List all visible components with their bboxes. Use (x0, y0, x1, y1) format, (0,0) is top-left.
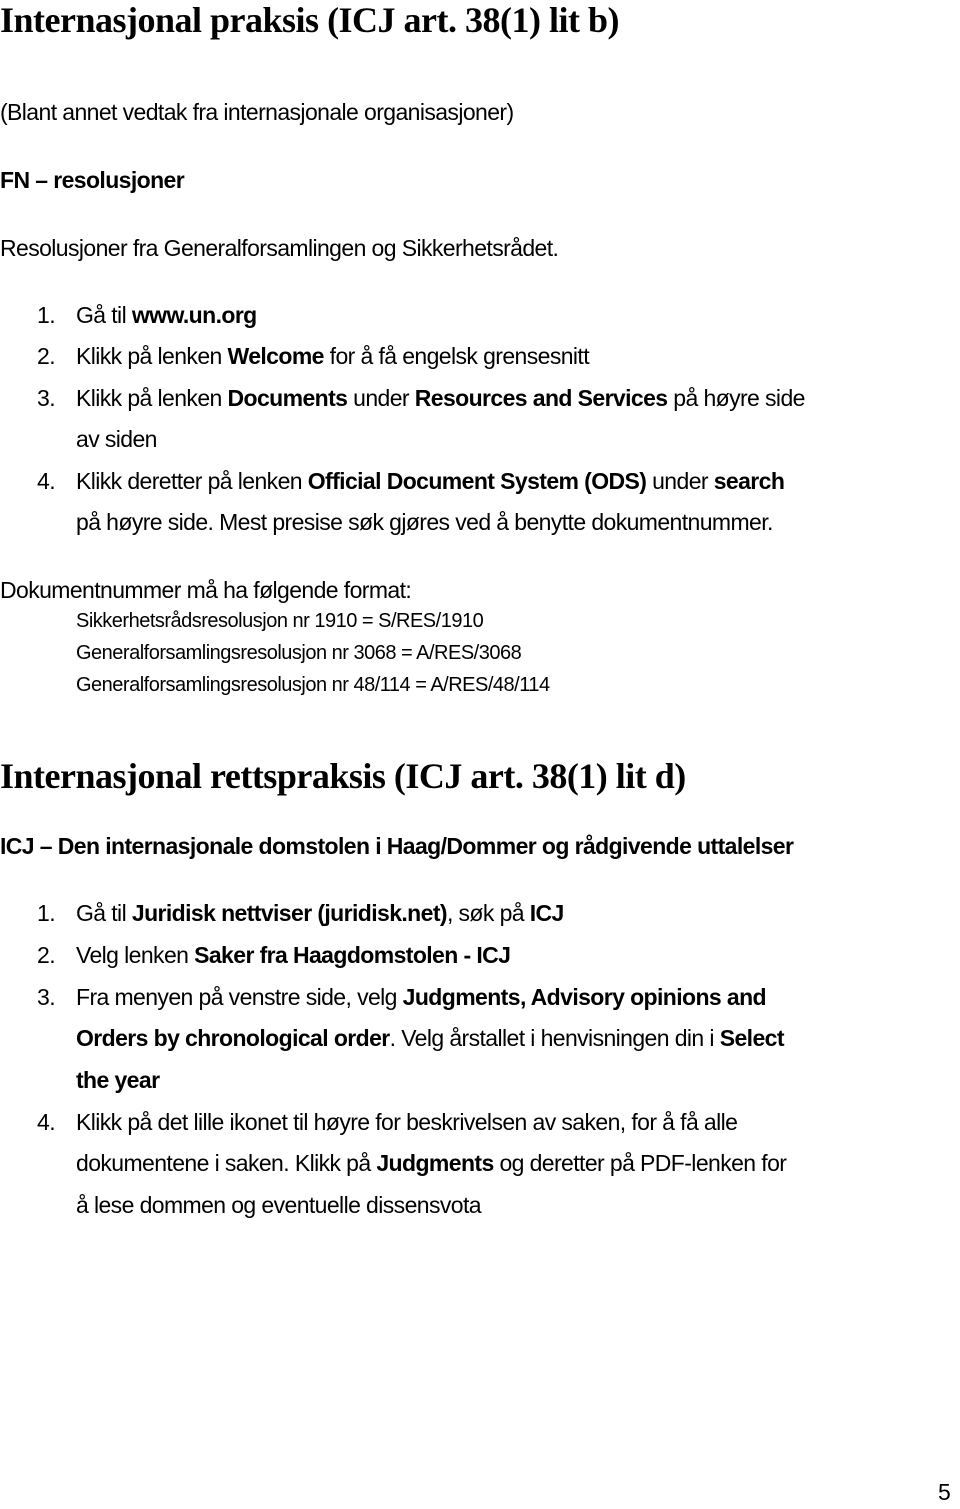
section-2-heading: Internasjonal rettspraksis (ICJ art. 38(… (0, 756, 686, 796)
un-link[interactable]: www.un.org (132, 302, 257, 328)
page-number: 5 (938, 1479, 951, 1505)
list-item-continuation: av siden (76, 426, 157, 452)
un-resolutions-subheading: FN – resolusjoner (0, 167, 185, 193)
icj-subheading: ICJ – Den internasjonale domstolen i Haa… (0, 833, 794, 859)
list-item: 4. Klikk deretter på lenken Official Docu… (37, 468, 785, 494)
resolutions-intro: Resolusjoner fra Generalforsamlingen og … (0, 235, 559, 261)
list-item-continuation: dokumentene i saken. Klikk på Judgments … (76, 1150, 787, 1176)
format-example: Sikkerhetsrådsresolusjon nr 1910 = S/RES… (76, 610, 484, 632)
section-1-heading: Internasjonal praksis (ICJ art. 38(1) li… (0, 0, 620, 40)
list-item-continuation: Orders by chronological order. Velg årst… (76, 1025, 784, 1051)
format-example: Generalforsamlingsresolusjon nr 3068 = A… (76, 642, 522, 664)
format-example: Generalforsamlingsresolusjon nr 48/114 =… (76, 674, 550, 696)
section-1-subtitle: (Blant annet vedtak fra internasjonale o… (0, 99, 514, 125)
list-item: 2. Velg lenken Saker fra Haagdomstolen - … (37, 942, 511, 968)
list-item-continuation: å lese dommen og eventuelle dissensvota (76, 1192, 482, 1218)
list-item: 1. Gå til www.un.org (37, 302, 257, 328)
list-item: 3. Klikk på lenken Documents under Resour… (37, 385, 805, 411)
list-item: 2. Klikk på lenken Welcome for å få engel… (37, 343, 590, 369)
list-item-continuation: the year (76, 1067, 160, 1093)
list-item-continuation: på høyre side. Mest presise søk gjøres v… (76, 509, 773, 535)
format-intro: Dokumentnummer må ha følgende format: (0, 577, 412, 603)
list-item: 3. Fra menyen på venstre side, velg Judgm… (37, 984, 767, 1010)
list-item: 1. Gå til Juridisk nettviser (juridisk.ne… (37, 900, 564, 926)
list-item: 4. Klikk på det lille ikonet til høyre fo… (37, 1109, 738, 1135)
